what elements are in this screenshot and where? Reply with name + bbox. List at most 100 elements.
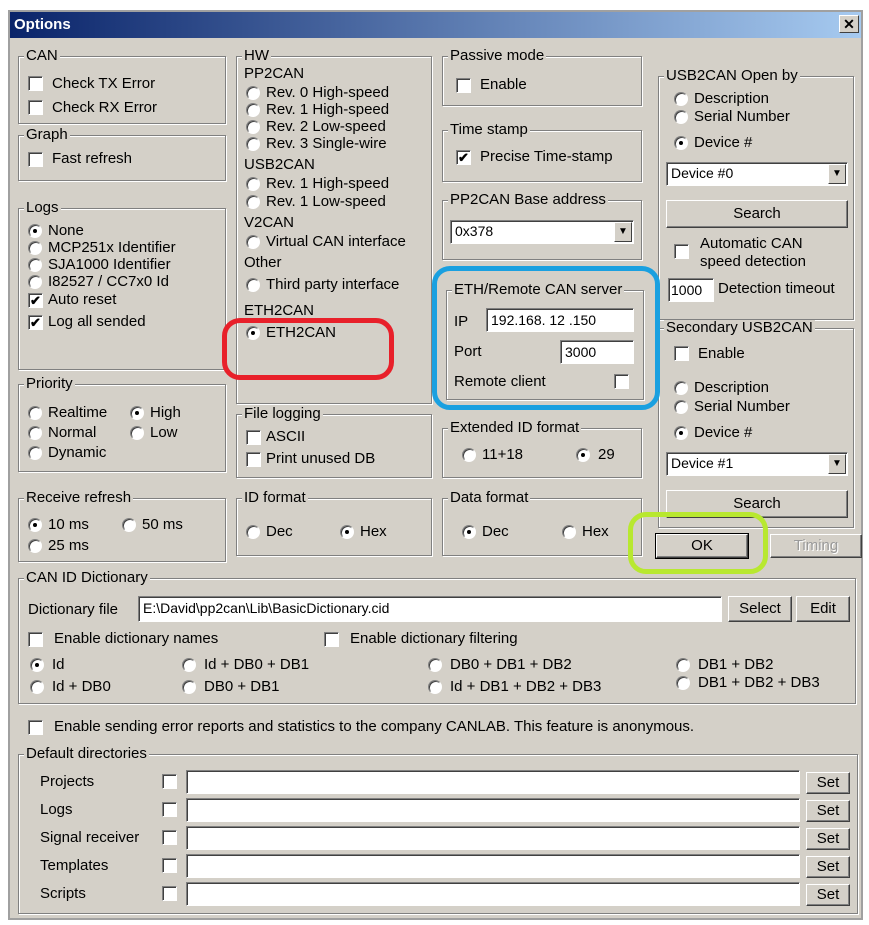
pp2can-base-select[interactable]: 0x378 ▼ [450, 220, 634, 244]
id-dec-radio[interactable] [246, 525, 260, 539]
auto-speed-checkbox[interactable] [674, 244, 689, 259]
priority-dynamic-radio[interactable] [28, 446, 42, 460]
id-hex-radio[interactable] [340, 525, 354, 539]
refresh-25ms-radio[interactable] [28, 539, 42, 553]
dict-id-db0-label: Id + DB0 [52, 678, 111, 695]
enable-filtering-label: Enable dictionary filtering [350, 630, 518, 647]
precise-label: Precise Time-stamp [480, 148, 613, 165]
passive-enable-checkbox[interactable] [456, 78, 471, 93]
ext-id-1118-radio[interactable] [462, 448, 476, 462]
logs-i82527-radio[interactable] [28, 275, 42, 289]
secondary-enable-checkbox[interactable] [674, 346, 689, 361]
hw-eth2can-label: ETH2CAN [244, 302, 315, 319]
enable-filtering-checkbox[interactable] [324, 632, 339, 647]
dir-logs-checkbox[interactable] [162, 802, 177, 817]
dict-id-radio[interactable] [30, 658, 44, 672]
fast-refresh-checkbox[interactable] [28, 152, 43, 167]
dir-projects-field[interactable] [186, 770, 800, 794]
open-description-radio[interactable] [674, 92, 688, 106]
dir-projects-set-button[interactable]: Set [806, 772, 850, 794]
chevron-down-icon[interactable]: ▼ [614, 222, 632, 242]
hw-usb2can-label: USB2CAN [244, 156, 315, 173]
priority-realtime-label: Realtime [48, 404, 108, 421]
data-dec-radio[interactable] [462, 525, 476, 539]
sec-serial-radio[interactable] [674, 400, 688, 414]
enable-names-label: Enable dictionary names [54, 630, 219, 647]
print-unused-checkbox[interactable] [246, 452, 261, 467]
dir-logs-field[interactable] [186, 798, 800, 822]
secondary-title: Secondary USB2CAN [664, 319, 815, 336]
ext-id-29-radio[interactable] [576, 448, 590, 462]
ascii-checkbox[interactable] [246, 430, 261, 445]
dir-templates-checkbox[interactable] [162, 858, 177, 873]
open-serial-radio[interactable] [674, 110, 688, 124]
dict-db1-db2-radio[interactable] [676, 658, 690, 672]
sec-device-select[interactable]: Device #1 ▼ [666, 452, 848, 476]
dir-scripts-field[interactable] [186, 882, 800, 906]
hw-usb-rev1h-label: Rev. 1 High-speed [266, 175, 390, 192]
logs-mcp-radio[interactable] [28, 241, 42, 255]
dir-logs-set-button[interactable]: Set [806, 800, 850, 822]
dict-db0-db1-radio[interactable] [182, 680, 196, 694]
search-button[interactable]: Search [666, 200, 848, 228]
refresh-50ms-radio[interactable] [122, 518, 136, 532]
hw-virtual-radio[interactable] [246, 235, 260, 249]
hw-rev2-radio[interactable] [246, 120, 260, 134]
log-all-checkbox[interactable]: ✔ [28, 315, 43, 330]
logs-none-radio[interactable] [28, 224, 42, 238]
dir-signal-field[interactable] [186, 826, 800, 850]
dir-templates-field[interactable] [186, 854, 800, 878]
check-rx-checkbox[interactable] [28, 100, 43, 115]
dir-projects-label: Projects [40, 773, 95, 790]
timeout-field[interactable]: 1000 [668, 278, 714, 302]
dir-templates-set-button[interactable]: Set [806, 856, 850, 878]
hw-rev3-radio[interactable] [246, 137, 260, 151]
check-tx-checkbox[interactable] [28, 76, 43, 91]
close-icon[interactable]: ✕ [839, 15, 859, 33]
dictionary-file-label: Dictionary file [28, 601, 119, 618]
dir-scripts-set-button[interactable]: Set [806, 884, 850, 906]
dir-signal-checkbox[interactable] [162, 830, 177, 845]
dict-db0-db1-db2-radio[interactable] [428, 658, 442, 672]
sec-device-value: Device #1 [671, 455, 734, 471]
precise-checkbox[interactable]: ✔ [456, 150, 471, 165]
chevron-down-icon[interactable]: ▼ [828, 454, 846, 474]
sec-device-radio[interactable] [674, 426, 688, 440]
logs-sja-radio[interactable] [28, 258, 42, 272]
open-device-radio[interactable] [674, 136, 688, 150]
edit-button[interactable]: Edit [796, 596, 850, 622]
select-button[interactable]: Select [728, 596, 792, 622]
auto-reset-checkbox[interactable]: ✔ [28, 293, 43, 308]
hw-rev1-radio[interactable] [246, 103, 260, 117]
dir-scripts-checkbox[interactable] [162, 886, 177, 901]
chevron-down-icon[interactable]: ▼ [828, 164, 846, 184]
dict-id-db1-db2-db3-radio[interactable] [428, 680, 442, 694]
timing-button[interactable]: Timing [770, 534, 862, 558]
dictionary-file-field[interactable]: E:\David\pp2can\Lib\BasicDictionary.cid [138, 596, 722, 622]
refresh-25ms-label: 25 ms [48, 537, 89, 554]
priority-realtime-radio[interactable] [28, 406, 42, 420]
hw-third-label: Third party interface [266, 276, 400, 293]
priority-dynamic-label: Dynamic [48, 444, 107, 461]
hw-usb-rev1l-radio[interactable] [246, 195, 260, 209]
enable-names-checkbox[interactable] [28, 632, 43, 647]
priority-low-radio[interactable] [130, 426, 144, 440]
dict-db0-db1-db2-label: DB0 + DB1 + DB2 [450, 656, 572, 673]
data-hex-radio[interactable] [562, 525, 576, 539]
dict-id-db0-db1-radio[interactable] [182, 658, 196, 672]
refresh-10ms-radio[interactable] [28, 518, 42, 532]
priority-normal-radio[interactable] [28, 426, 42, 440]
error-reports-checkbox[interactable] [28, 720, 43, 735]
sec-description-radio[interactable] [674, 381, 688, 395]
hw-rev0-radio[interactable] [246, 86, 260, 100]
priority-high-radio[interactable] [130, 406, 144, 420]
hw-usb-rev1h-radio[interactable] [246, 177, 260, 191]
dir-signal-set-button[interactable]: Set [806, 828, 850, 850]
dir-projects-checkbox[interactable] [162, 774, 177, 789]
hw-third-radio[interactable] [246, 278, 260, 292]
logs-sja-label: SJA1000 Identifier [48, 256, 171, 273]
dict-id-db0-radio[interactable] [30, 680, 44, 694]
dict-db1-db2-db3-radio[interactable] [676, 676, 690, 690]
priority-low-label: Low [150, 424, 178, 441]
device-select[interactable]: Device #0 ▼ [666, 162, 848, 186]
